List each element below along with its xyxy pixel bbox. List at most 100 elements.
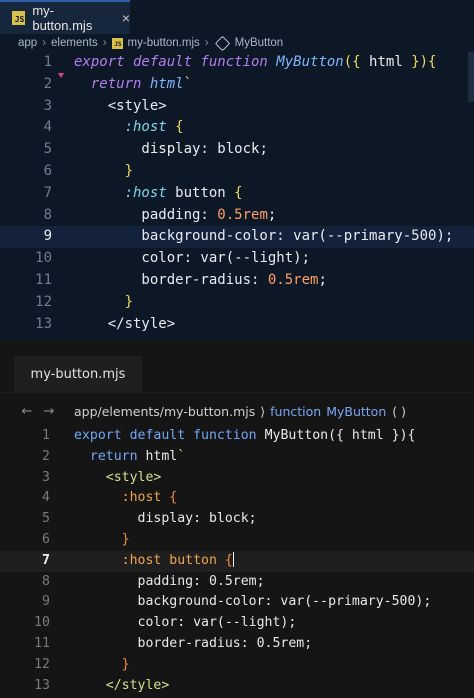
breadcrumb-path[interactable]: app/elements/my-button.mjs xyxy=(74,404,255,419)
line-number: 8 xyxy=(42,573,50,589)
code-token: :host xyxy=(124,119,176,136)
top-file-tab[interactable]: JS my-button.mjs × xyxy=(0,0,130,34)
tab-label: my-button.mjs xyxy=(32,3,93,33)
line-number: 5 xyxy=(43,141,52,158)
code-line[interactable]: 6 } xyxy=(0,161,474,183)
code-line[interactable]: 13 </style> xyxy=(0,676,474,697)
code-text: border-radius: 0.5rem; xyxy=(74,634,313,655)
bottom-file-tab[interactable]: my-button.mjs xyxy=(14,356,142,392)
line-number: 2 xyxy=(42,448,50,464)
breadcrumb-fn-name[interactable]: MyButton xyxy=(326,404,386,419)
code-token: border-radius: 0.5rem; xyxy=(74,635,313,651)
breadcrumb-item-elements[interactable]: elements xyxy=(51,37,98,49)
code-token: } xyxy=(121,656,130,672)
code-text: </style> xyxy=(74,676,170,697)
code-line[interactable]: 3 <style> xyxy=(0,96,474,118)
code-line[interactable]: 5 display: block; xyxy=(0,509,474,530)
code-token: } xyxy=(124,293,134,310)
line-number: 11 xyxy=(35,271,52,288)
code-line[interactable]: 6 } xyxy=(0,530,474,551)
code-line[interactable]: 10 color: var(--light); xyxy=(0,613,474,634)
code-token: ({ xyxy=(328,428,352,443)
code-text: background-color: var(--primary-500); xyxy=(74,592,432,613)
code-token: <style> xyxy=(74,97,167,114)
bottom-tab-bar: my-button.mjs xyxy=(0,340,474,393)
bottom-code-area[interactable]: 1 export default function MyButton({ html… xyxy=(0,426,474,696)
code-token: :host xyxy=(121,490,170,506)
code-token: ); xyxy=(436,228,454,245)
line-number: 4 xyxy=(43,119,52,136)
code-line[interactable]: 8 padding: 0.5rem; xyxy=(0,205,474,227)
code-line[interactable]: 12 } xyxy=(0,655,474,676)
top-code-area[interactable]: 1 export default function MyButton({ html… xyxy=(0,52,474,335)
line-number: 9 xyxy=(42,594,50,610)
code-token: html xyxy=(351,428,392,443)
code-token: color: var( xyxy=(74,250,235,267)
code-line[interactable]: 2 return html` xyxy=(0,74,474,96)
code-line[interactable]: 2 return html` xyxy=(0,447,474,468)
code-token: </style> xyxy=(74,315,176,332)
back-arrow-icon[interactable]: ← xyxy=(16,404,38,419)
code-token: return xyxy=(89,448,146,464)
code-token: display: xyxy=(74,141,218,158)
code-line[interactable]: 1 export default function MyButton({ html… xyxy=(0,426,474,447)
code-line[interactable]: 1 export default function MyButton({ html… xyxy=(0,52,474,74)
code-token: background-color: var( xyxy=(74,228,327,245)
code-token: html xyxy=(369,54,412,70)
code-line[interactable]: 9 background-color: var(--primary-500); xyxy=(0,226,474,249)
breadcrumb-item-app[interactable]: app xyxy=(18,37,37,49)
line-number: 6 xyxy=(42,531,50,547)
code-line[interactable]: 9 background-color: var(--primary-500); xyxy=(0,592,474,613)
chevron-right-icon: ⟩ xyxy=(260,403,266,419)
code-token: padding: 0.5rem; xyxy=(74,573,265,589)
code-text: </style> xyxy=(74,314,175,336)
line-number: 1 xyxy=(43,54,52,70)
code-line[interactable]: 3 <style> xyxy=(0,468,474,489)
code-line[interactable]: 7 :host button { xyxy=(0,550,474,572)
code-token: --light xyxy=(234,250,294,267)
code-line[interactable]: 13 </style> xyxy=(0,314,474,336)
breadcrumb-fn-keyword[interactable]: function xyxy=(270,404,321,419)
text-cursor xyxy=(232,552,235,568)
code-line[interactable]: 8 padding: 0.5rem; xyxy=(0,572,474,593)
code-line[interactable]: 12 } xyxy=(0,292,474,314)
code-token: button xyxy=(175,184,235,201)
code-line[interactable]: 11 border-radius: 0.5rem; xyxy=(0,634,474,655)
code-text: return html` xyxy=(74,447,185,468)
code-line[interactable]: 5 display: block; xyxy=(0,139,474,161)
code-text: border-radius: 0.5rem; xyxy=(74,270,326,292)
code-token: MyButton xyxy=(264,428,329,443)
code-token: html xyxy=(145,448,178,464)
symbol-method-icon xyxy=(214,35,230,51)
line-number: 7 xyxy=(42,552,50,568)
code-line[interactable]: 7 :host button { xyxy=(0,183,474,205)
breadcrumb-bar: ← → app/elements/my-button.mjs ⟩ functio… xyxy=(0,393,474,429)
line-number: 11 xyxy=(34,635,50,651)
breadcrumb-item-symbol[interactable]: MyButton xyxy=(235,37,284,49)
line-number: 6 xyxy=(43,162,52,179)
breadcrumb-item-file[interactable]: my-button.mjs xyxy=(128,37,200,49)
line-number: 7 xyxy=(43,184,52,201)
code-text: } xyxy=(74,292,133,314)
code-token: } xyxy=(121,531,130,547)
code-line[interactable]: 4 :host { xyxy=(0,488,474,509)
code-text: :host { xyxy=(74,117,184,139)
code-token: display: block; xyxy=(74,511,257,527)
code-text: padding: 0.5rem; xyxy=(74,205,276,227)
code-token: MyButton xyxy=(276,54,344,70)
tab-label: my-button.mjs xyxy=(30,366,126,382)
scrollbar-thumb[interactable] xyxy=(468,52,474,102)
code-line[interactable]: 10 color: var(--light); xyxy=(0,248,474,270)
close-icon[interactable]: × xyxy=(122,10,130,26)
code-line[interactable]: 11 border-radius: 0.5rem; xyxy=(0,270,474,292)
code-text: return html` xyxy=(74,74,192,96)
forward-arrow-icon[interactable]: → xyxy=(38,404,60,419)
code-token: --primary-500 xyxy=(326,228,437,245)
line-number: 3 xyxy=(42,469,50,485)
code-line[interactable]: 4 :host { xyxy=(0,117,474,139)
